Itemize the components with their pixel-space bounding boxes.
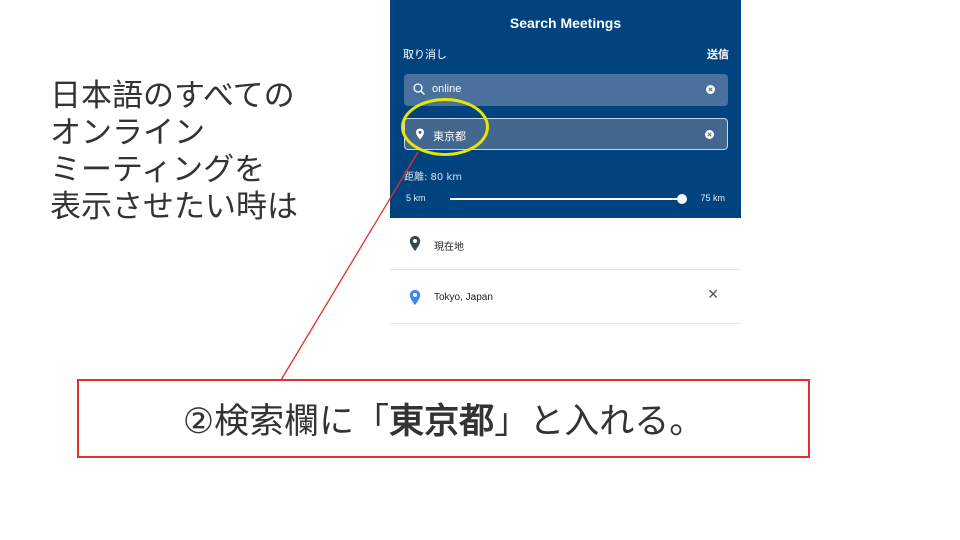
suggestion-current-location[interactable]: 現在地 xyxy=(390,218,741,270)
distance-slider-thumb[interactable] xyxy=(677,194,687,204)
suggestion-label: 現在地 xyxy=(434,242,464,253)
search-icon xyxy=(413,83,425,95)
suggestion-tokyo[interactable]: Tokyo, Japan ✕ xyxy=(390,272,741,324)
distance-max-label: 75 km xyxy=(700,193,725,203)
highlight-circle xyxy=(401,98,489,156)
intro-line: オンライン xyxy=(50,115,205,151)
intro-line: 日本語のすべての xyxy=(50,78,295,114)
page-title: Search Meetings xyxy=(509,15,622,31)
distance-label: 距離: 80 km xyxy=(404,172,462,183)
search-value: online xyxy=(432,83,462,95)
intro-text: 日本語のすべての オンライン ミーティングを 表示させたい時は xyxy=(50,78,298,226)
distance-min-label: 5 km xyxy=(406,193,426,203)
clear-icon[interactable] xyxy=(706,85,715,94)
callout-emphasis: 東京都 xyxy=(389,402,495,442)
callout-suffix: 」と入れる。 xyxy=(494,402,705,442)
remove-icon[interactable]: ✕ xyxy=(707,287,719,303)
location-pin-icon xyxy=(409,236,421,251)
clear-icon[interactable] xyxy=(705,130,714,139)
callout-prefix: ②検索欄に「 xyxy=(182,402,390,442)
cancel-button[interactable]: 取り消し xyxy=(403,46,447,62)
distance-slider-track[interactable] xyxy=(450,198,682,200)
send-button[interactable]: 送信 xyxy=(707,46,729,62)
app-screenshot: Search Meetings 取り消し 送信 online 東京都 距離: 8… xyxy=(390,0,741,330)
instruction-callout: ②検索欄に「 東京都 」と入れる。 xyxy=(77,379,810,458)
location-pin-icon xyxy=(409,290,421,305)
suggestion-label: Tokyo, Japan xyxy=(434,292,493,303)
intro-line: ミーティングを xyxy=(50,152,266,188)
intro-line: 表示させたい時は xyxy=(50,189,298,225)
